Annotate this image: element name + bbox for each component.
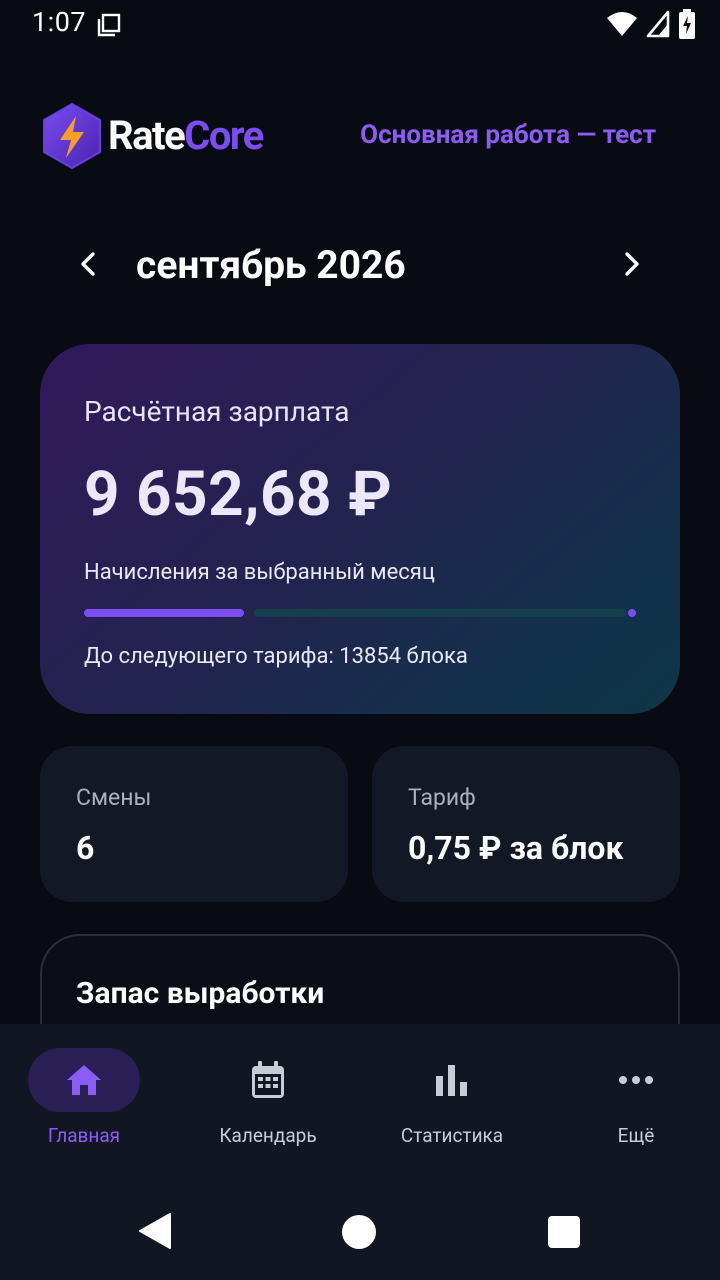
status-bar: 1:07 [0,0,720,48]
previous-month-button[interactable] [68,244,108,284]
status-icons [606,9,696,39]
system-navigation-bar [0,1192,720,1280]
notification-icon [97,13,121,37]
tariff-progress-bar [84,608,636,618]
nav-label-more: Ещё [617,1124,655,1147]
shifts-card[interactable]: Смены 6 [40,746,348,902]
progress-end-dot [628,609,636,617]
wifi-icon [607,12,637,36]
shifts-label: Смены [76,784,152,811]
salary-subtitle: Начисления за выбранный месяц [84,560,435,585]
salary-amount: 9 652,68 ₽ [84,458,393,531]
status-time: 1:07 [32,6,87,38]
month-title: сентябрь 2026 [136,242,406,288]
system-home-button[interactable] [342,1215,376,1249]
tariff-label: Тариф [408,784,476,811]
salary-label: Расчётная зарплата [84,395,350,428]
more-dots-icon [616,1060,656,1100]
tariff-value: 0,75 ₽ за блок [408,829,624,867]
battery-charging-icon [679,9,695,39]
system-recents-button[interactable] [548,1216,580,1248]
tariff-card[interactable]: Тариф 0,75 ₽ за блок [372,746,680,902]
signal-icon [646,10,670,38]
chevron-right-icon [625,252,639,276]
calendar-icon [248,1060,288,1100]
nav-label-statistics: Статистика [400,1124,504,1147]
nav-item-home[interactable]: Главная [0,1024,180,1184]
bar-chart-icon [432,1060,472,1100]
next-month-button[interactable] [612,244,652,284]
nav-item-calendar[interactable]: Календарь [178,1024,358,1184]
progress-track [254,609,626,617]
next-tariff-text: До следующего тарифа: 13854 блока [84,644,468,669]
progress-fill [84,609,244,617]
nav-item-more[interactable]: Ещё [546,1024,720,1184]
reserve-title: Запас выработки [76,976,325,1011]
chevron-left-icon [81,252,95,276]
salary-card[interactable]: Расчётная зарплата 9 652,68 ₽ Начисления… [40,344,680,714]
brand-name: RateCore [108,112,264,159]
shifts-value: 6 [76,829,95,867]
home-icon [64,1060,104,1100]
nav-label-calendar: Календарь [219,1124,317,1147]
back-triangle-icon[interactable] [138,1212,172,1250]
ratecore-logo-icon [43,103,101,169]
nav-label-home: Главная [47,1124,121,1147]
profile-selector-link[interactable]: Основная работа — тест [360,117,656,153]
nav-item-statistics[interactable]: Статистика [362,1024,542,1184]
